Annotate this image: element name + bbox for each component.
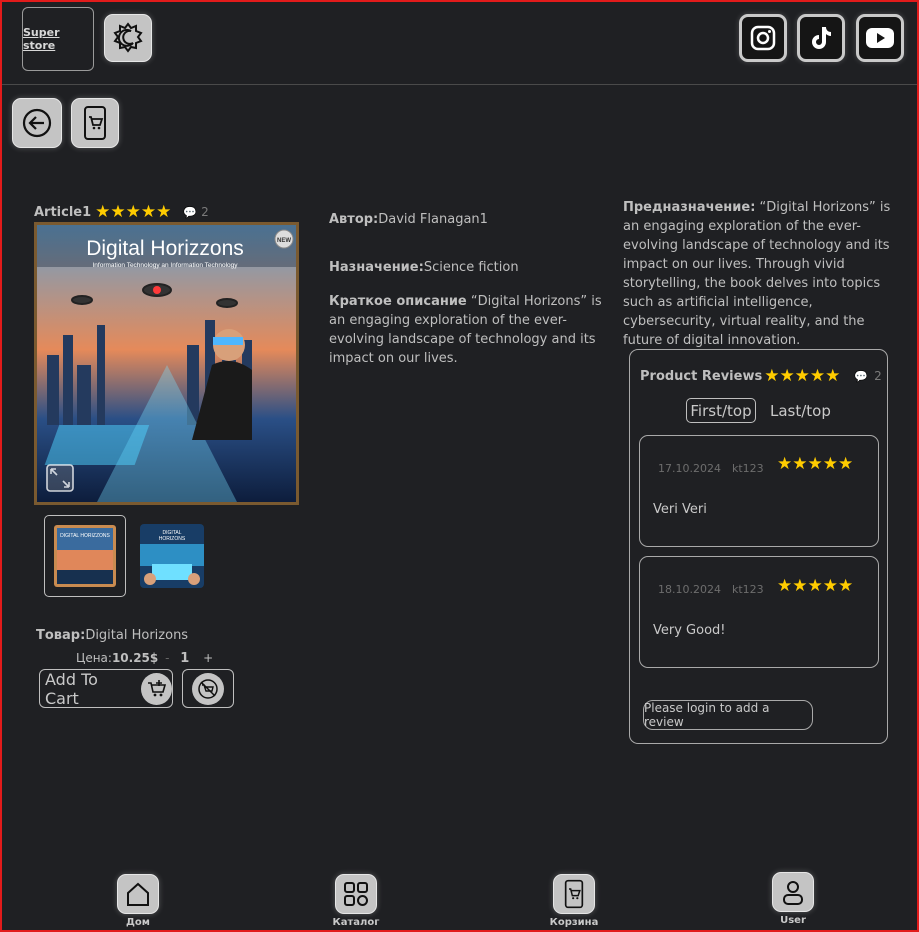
rating-stars: ★★★★★ [95, 202, 172, 222]
nav-user-label: User [780, 915, 806, 926]
nav-cart-label: Корзина [549, 917, 599, 928]
nav-catalog[interactable]: Каталог [326, 874, 386, 928]
price-value: 10.25$ [111, 651, 159, 665]
review-user: kt123 [732, 462, 764, 475]
reviews-header: Product Reviews ★★★★★ 💬 2 [640, 366, 882, 386]
tiktok-icon [812, 27, 831, 49]
thumbnail-1[interactable]: DIGITAL HORIZZONS [44, 515, 126, 597]
review-stars: ★★★★★ [777, 576, 854, 596]
reviews-panel: Product Reviews ★★★★★ 💬 2 First/top Last… [629, 349, 888, 744]
author-row: Автор:David Flanagan1 [329, 210, 488, 229]
cart-plus-icon [141, 672, 172, 705]
review-user: kt123 [732, 583, 764, 596]
youtube-icon [866, 28, 894, 48]
author-label: Автор: [329, 212, 379, 227]
thumbnail-2[interactable]: DIGITAL HORIZONS [140, 524, 204, 588]
qty-minus-button[interactable]: - [165, 651, 169, 665]
tab-last-top[interactable]: Last/top [770, 398, 831, 423]
cart-remove-button[interactable] [182, 669, 234, 708]
mobile-cart-button[interactable] [71, 98, 119, 148]
review-stars: ★★★★★ [777, 454, 854, 474]
price-label: Цена: [76, 651, 112, 665]
purpose-row: Назначение:Science fiction [329, 258, 519, 277]
review-text: Veri Veri [653, 502, 707, 517]
svg-text:DIGITAL HORIZZONS: DIGITAL HORIZZONS [60, 533, 110, 539]
mobile-cart-icon [553, 874, 595, 914]
nav-cart[interactable]: Корзина [544, 874, 604, 928]
article-header: Article1 ★★★★★ 💬 2 [34, 202, 209, 222]
moon-sun-icon [113, 22, 143, 53]
goods-name-row: Товар:Digital Horizons [36, 626, 188, 645]
purpose-label: Назначение: [329, 260, 424, 275]
goods-name: Digital Horizons [85, 628, 189, 643]
short-description: Краткое описание “Digital Horizons” is a… [329, 292, 605, 368]
instagram-button[interactable] [739, 14, 787, 62]
brand-logo-link[interactable]: Super store [22, 7, 94, 71]
author-value: David Flanagan1 [378, 212, 488, 227]
review-date: 18.10.2024 [658, 583, 721, 596]
long-desc-label: Предназначение: [623, 200, 756, 215]
expand-icon[interactable] [46, 464, 74, 492]
nav-user[interactable]: User [763, 872, 823, 926]
price-row: Цена:10.25$ - 1 + [76, 649, 213, 668]
comment-icon: 💬 [854, 369, 869, 383]
tab-first-top[interactable]: First/top [686, 398, 756, 423]
review-date: 17.10.2024 [658, 462, 721, 475]
tiktok-button[interactable] [797, 14, 845, 62]
mobile-cart-icon [84, 106, 106, 140]
svg-text:HORIZONS: HORIZONS [159, 536, 186, 542]
reviews-count: 2 [874, 369, 882, 383]
product-cover-image[interactable]: Digital Horizzons Information Technology… [34, 222, 299, 505]
theme-toggle-button[interactable] [104, 14, 152, 62]
home-icon [117, 874, 159, 914]
cover-badge: NEW [277, 238, 291, 244]
review-card: 17.10.2024 kt123 ★★★★★ Veri Veri [639, 435, 879, 547]
long-description: Предназначение: “Digital Horizons” is an… [623, 198, 899, 350]
review-card: 18.10.2024 kt123 ★★★★★ Very Good! [639, 556, 879, 668]
login-to-review-button[interactable]: Please login to add a review [643, 700, 813, 730]
instagram-icon [750, 25, 776, 51]
cover-subtitle: Information Technology an Information Te… [92, 262, 238, 269]
comment-icon: 💬 [183, 205, 198, 219]
header-divider [2, 84, 917, 85]
add-to-cart-button[interactable]: Add To Cart [39, 669, 173, 708]
nav-catalog-label: Каталог [332, 917, 380, 928]
youtube-button[interactable] [856, 14, 904, 62]
quantity-value: 1 [180, 651, 190, 666]
qty-plus-button[interactable]: + [203, 651, 213, 665]
goods-label: Товар: [36, 628, 86, 643]
nav-home-label: Дом [126, 917, 150, 928]
catalog-grid-icon [335, 874, 377, 914]
arrow-left-icon [22, 108, 52, 138]
article-label: Article1 [34, 204, 92, 220]
short-desc-label: Краткое описание [329, 294, 467, 309]
nav-home[interactable]: Дом [108, 874, 168, 928]
add-to-cart-label: Add To Cart [45, 669, 98, 708]
back-button[interactable] [12, 98, 62, 148]
reviews-rating-stars: ★★★★★ [764, 366, 841, 386]
cover-title: Digital Horizzons [86, 237, 244, 260]
cart-cancel-icon [192, 672, 224, 705]
comments-count: 2 [201, 205, 209, 219]
reviews-title: Product Reviews [640, 368, 763, 384]
user-icon [772, 872, 814, 912]
purpose-value: Science fiction [423, 260, 519, 275]
long-desc-text: “Digital Horizons” is an engaging explor… [623, 200, 891, 348]
review-text: Very Good! [653, 623, 726, 638]
